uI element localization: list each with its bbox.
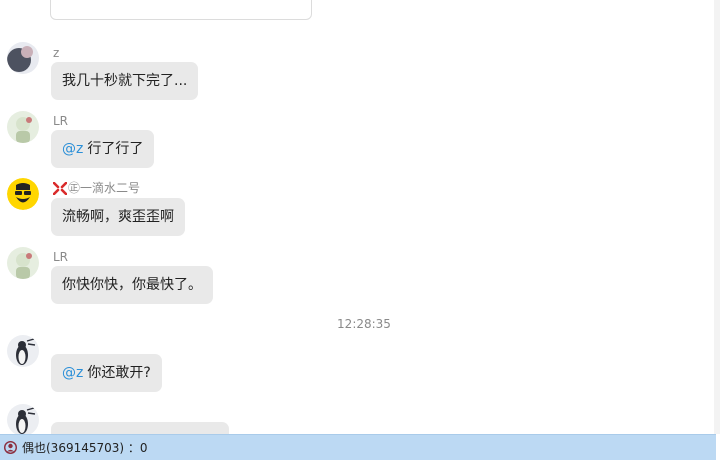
message-text: 你还敢开? [87,365,151,381]
sender-name: ㊣一滴水二号 [53,181,140,195]
avatar[interactable] [7,335,39,367]
avatar[interactable] [7,42,39,74]
message-bubble[interactable]: @z 行了行了 [51,130,155,168]
message-bubble[interactable]: @z 你还敢开? [51,354,162,392]
avatar[interactable] [7,111,39,143]
message-bubble[interactable]: 流畅啊，爽歪歪啊 [51,198,185,236]
message-text: 你快你快，你最快了。 [62,277,202,293]
message-bubble[interactable]: 你快你快，你最快了。 [51,266,213,304]
mention-link[interactable]: @z [62,365,83,381]
avatar[interactable] [7,404,39,434]
mention-link[interactable]: @z [62,141,83,157]
scrollbar[interactable] [714,0,720,434]
message-text: 我几十秒就下完了... [62,73,188,89]
message-text: 行了行了 [87,141,144,157]
avatar[interactable] [7,247,39,279]
status-text: 偶也(369145703) ：0 [22,441,148,455]
chat-message-list[interactable]: z 我几十秒就下完了... LR @z 行了行了 ㊣一滴水二号 流畅啊，爽歪歪啊… [0,0,720,434]
message-timestamp: 12:28:35 [337,317,391,331]
message-text: 流畅啊，爽歪歪啊 [62,209,174,225]
group-member-icon [4,441,17,454]
message-bubble[interactable]: 我几十秒就下完了... [51,62,199,100]
previous-message-card[interactable] [50,0,312,20]
avatar[interactable] [7,178,39,210]
member-status-bar[interactable]: 偶也(369145703) ：0 [0,434,716,460]
sender-name: LR [53,250,69,264]
angry-anime-vein-icon [53,181,67,195]
sender-name-text: ㊣一滴水二号 [68,181,141,195]
sender-name: LR [53,114,69,128]
sender-name: z [53,46,60,60]
message-bubble[interactable] [51,422,229,434]
